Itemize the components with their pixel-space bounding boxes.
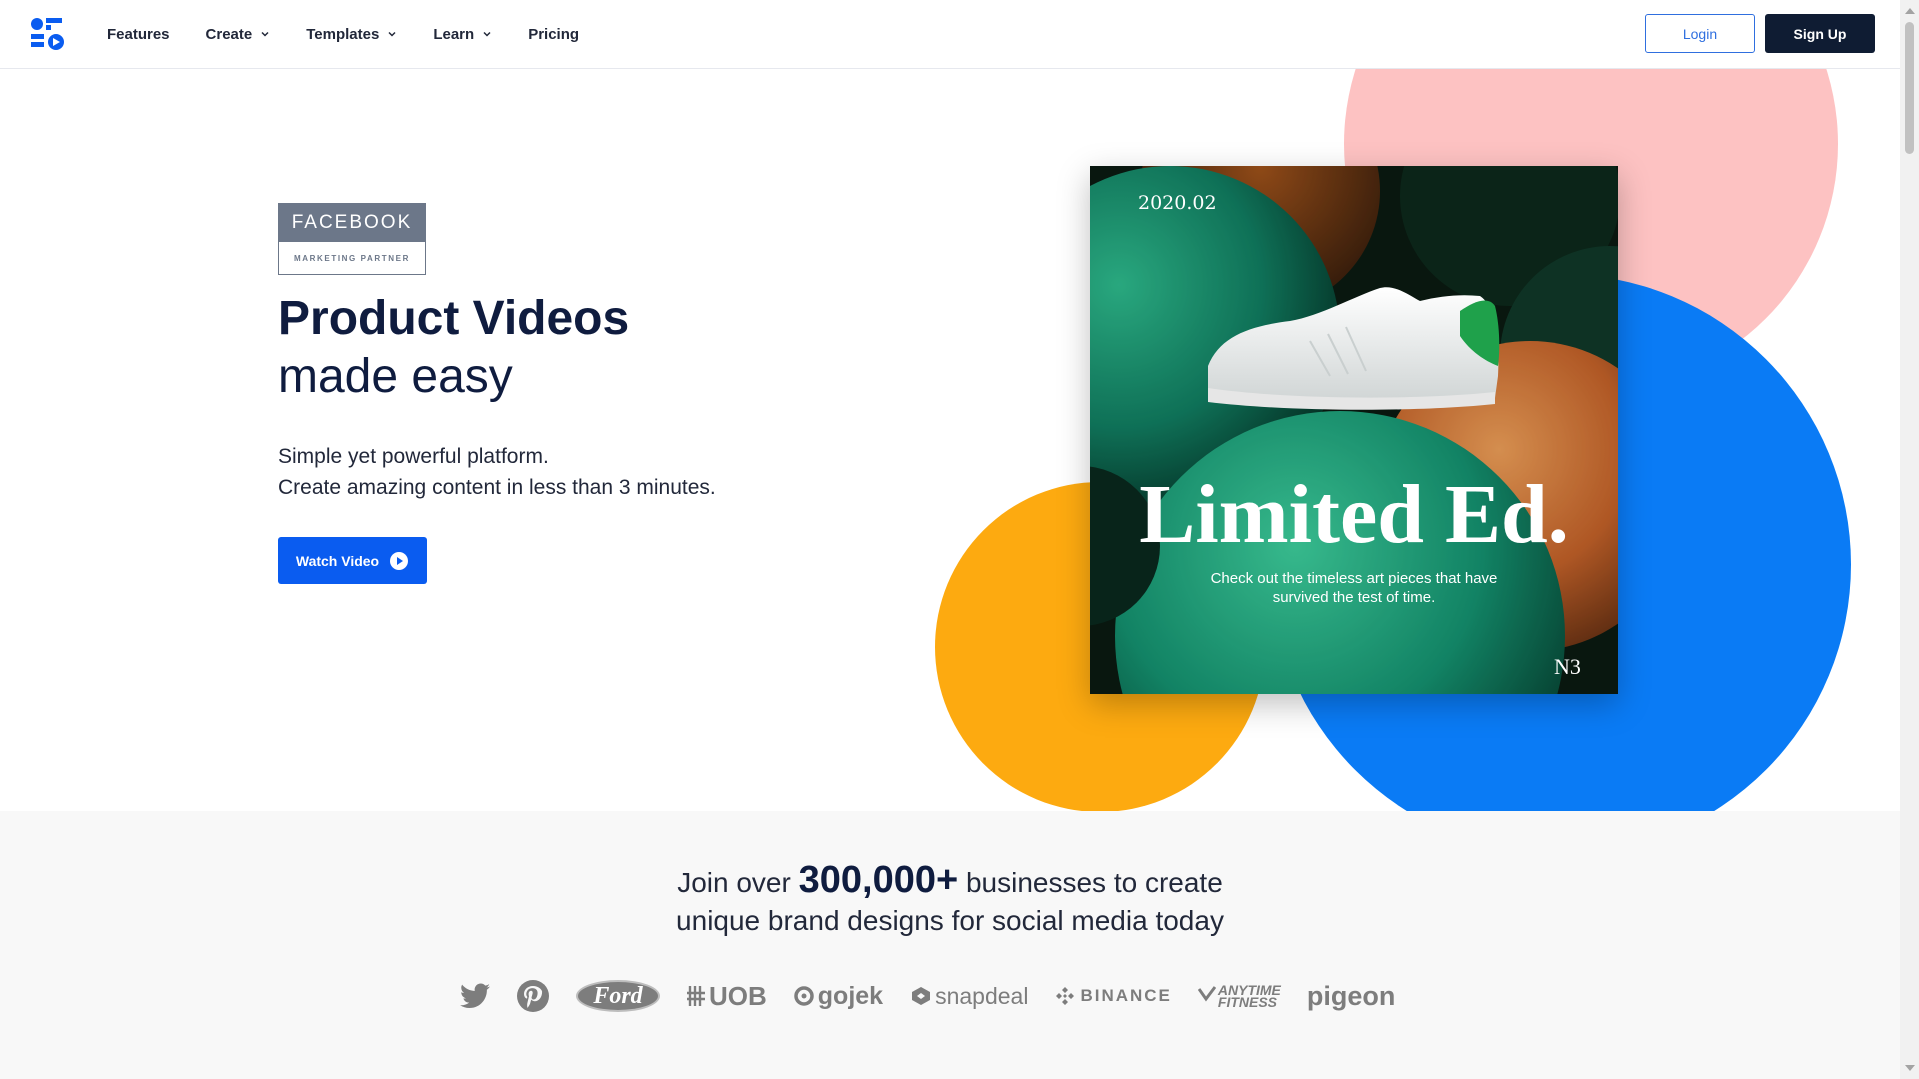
hero-title: Product Videos xyxy=(278,292,630,345)
anytime-fitness-mark-icon xyxy=(1197,986,1216,1002)
join-prefix: Join over xyxy=(677,867,799,898)
hero-subtitle-line1: Simple yet powerful platform. xyxy=(278,445,549,468)
binance-logo: BINANCE xyxy=(1054,985,1171,1007)
nav-item-pricing[interactable]: Pricing xyxy=(528,26,579,43)
top-nav: Features Create Templates Learn Pricing … xyxy=(0,0,1900,69)
chevron-down-icon xyxy=(388,31,396,37)
nav-item-label: Templates xyxy=(306,25,380,43)
join-headline: Join over 300,000+ businesses to create xyxy=(0,859,1900,902)
badge-subtitle: MARKETING PARTNER xyxy=(294,253,410,263)
chevron-down-icon xyxy=(261,31,269,37)
pigeon-logo: pigeon xyxy=(1307,981,1396,1012)
watch-video-button[interactable]: Watch Video xyxy=(278,537,427,584)
binance-mark-icon xyxy=(1056,987,1075,1005)
scroll-down-arrow-icon[interactable] xyxy=(1905,1065,1915,1071)
nav-item-label: Learn xyxy=(433,25,475,43)
join-suffix: businesses to create xyxy=(958,867,1223,898)
ford-logo: Ford xyxy=(576,980,660,1012)
pigeon-logo-text: pigeon xyxy=(1306,980,1396,1011)
gojek-logo: gojek xyxy=(793,982,883,1011)
ford-logo-text: Ford xyxy=(593,982,643,1009)
hero-title-secondary: made easy xyxy=(278,350,513,403)
scroll-up-arrow-icon[interactable] xyxy=(1905,8,1915,14)
card-background-image xyxy=(1090,166,1618,694)
snapdeal-logo: snapdeal xyxy=(909,983,1028,1010)
gojek-mark-icon xyxy=(794,986,814,1006)
signup-button[interactable]: Sign Up xyxy=(1765,14,1875,53)
twitter-icon xyxy=(460,983,490,1008)
snapdeal-mark-icon xyxy=(912,987,931,1005)
chevron-down-icon xyxy=(483,31,491,37)
facebook-partner-badge: FACEBOOK MARKETING PARTNER xyxy=(278,203,426,275)
badge-title: FACEBOOK xyxy=(279,204,425,242)
hero-subtitle-line2: Create amazing content in less than 3 mi… xyxy=(278,476,716,499)
nav-links: Features Create Templates Learn Pricing xyxy=(107,0,615,68)
snapdeal-logo-text: snapdeal xyxy=(935,982,1029,1009)
login-button[interactable]: Login xyxy=(1645,14,1755,53)
nav-item-label: Features xyxy=(107,25,170,43)
template-preview-card[interactable]: 2020.02 Limited Ed. Check out the timele… xyxy=(1090,166,1618,694)
join-subheadline: unique brand designs for social media to… xyxy=(676,905,1224,936)
card-description-line1: Check out the timeless art pieces that h… xyxy=(1210,570,1498,587)
binance-logo-text: BINANCE xyxy=(1080,986,1172,1005)
nav-item-create[interactable]: Create xyxy=(206,26,271,43)
uob-logo: UOB xyxy=(686,981,767,1012)
scrollbar-thumb[interactable] xyxy=(1905,22,1914,154)
card-title: Limited Ed. xyxy=(1139,468,1569,561)
card-date: 2020.02 xyxy=(1138,192,1217,214)
watch-video-label: Watch Video xyxy=(295,552,380,569)
uob-mark-icon xyxy=(687,986,705,1006)
client-logos: Ford UOB gojek snapdeal BINANCE ANYTIME … xyxy=(460,971,1421,1021)
nav-item-templates[interactable]: Templates xyxy=(306,26,397,43)
hero-section: FACEBOOK MARKETING PARTNER Product Video… xyxy=(0,69,1900,811)
nav-item-learn[interactable]: Learn xyxy=(433,26,492,43)
fitness-logo-text: FITNESS xyxy=(1217,994,1278,1010)
gojek-logo-text: gojek xyxy=(817,981,884,1010)
play-icon xyxy=(390,551,409,570)
business-count: 300,000+ xyxy=(798,859,959,901)
uob-logo-text: UOB xyxy=(709,980,767,1011)
card-description-line2: survived the test of time. xyxy=(1272,589,1436,606)
card-brand-mark: N3 xyxy=(1554,654,1581,679)
nav-item-label: Pricing xyxy=(528,25,580,43)
nav-item-features[interactable]: Features xyxy=(107,26,170,43)
social-proof-section: Join over 300,000+ businesses to create … xyxy=(0,811,1900,1079)
brand-logo-icon[interactable] xyxy=(30,16,66,52)
page-scrollbar[interactable] xyxy=(1900,0,1919,1079)
nav-item-label: Create xyxy=(205,25,253,43)
pinterest-icon xyxy=(517,980,549,1012)
anytime-fitness-logo: ANYTIME FITNESS xyxy=(1197,983,1281,1010)
